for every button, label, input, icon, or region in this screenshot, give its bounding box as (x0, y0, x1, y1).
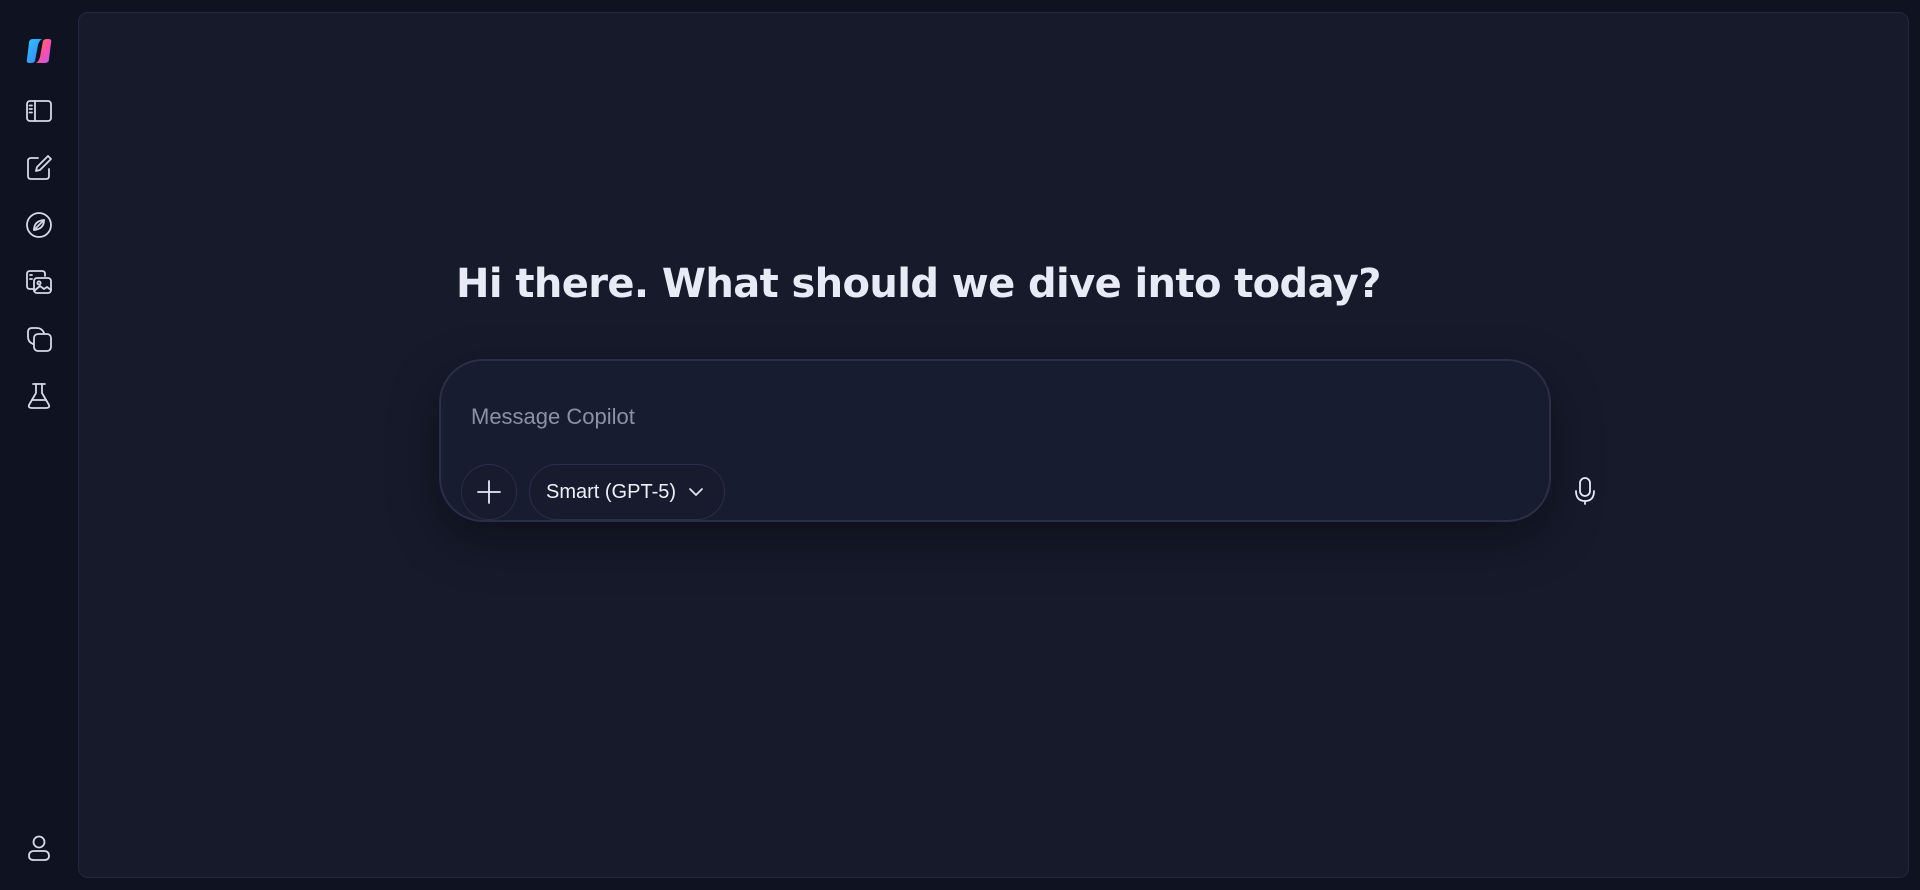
microphone-button[interactable] (1561, 467, 1609, 515)
greeting-heading: Hi there. What should we dive into today… (456, 261, 1381, 307)
model-selector-button[interactable]: Smart (GPT-5) (529, 464, 725, 520)
message-composer: Smart (GPT-5) (439, 359, 1595, 522)
pages-button[interactable] (19, 319, 59, 359)
attach-button[interactable] (461, 464, 517, 520)
profile-button[interactable] (19, 828, 59, 868)
chevron-down-icon (689, 488, 703, 496)
labs-button[interactable] (19, 376, 59, 416)
copilot-logo-button[interactable] (19, 31, 59, 71)
sidebar-toggle-button[interactable] (19, 91, 59, 131)
sidebar-toggle-icon (26, 100, 52, 122)
profile-icon (28, 835, 50, 861)
copilot-logo-icon (26, 39, 52, 63)
left-rail (0, 0, 78, 890)
copilot-app: Hi there. What should we dive into today… (0, 0, 1920, 890)
new-chat-icon (27, 155, 52, 180)
model-selector-label: Smart (GPT-5) (546, 480, 677, 503)
discover-button[interactable] (19, 205, 59, 245)
new-chat-button[interactable] (19, 148, 59, 188)
microphone-icon (1575, 477, 1595, 505)
image-gallery-icon (26, 270, 52, 294)
labs-flask-icon (27, 383, 51, 409)
pages-icon (27, 327, 52, 352)
image-gallery-button[interactable] (19, 262, 59, 302)
message-input[interactable] (471, 401, 1471, 433)
plus-icon (477, 480, 501, 504)
main-panel: Hi there. What should we dive into today… (78, 12, 1909, 878)
discover-compass-icon (26, 212, 52, 238)
